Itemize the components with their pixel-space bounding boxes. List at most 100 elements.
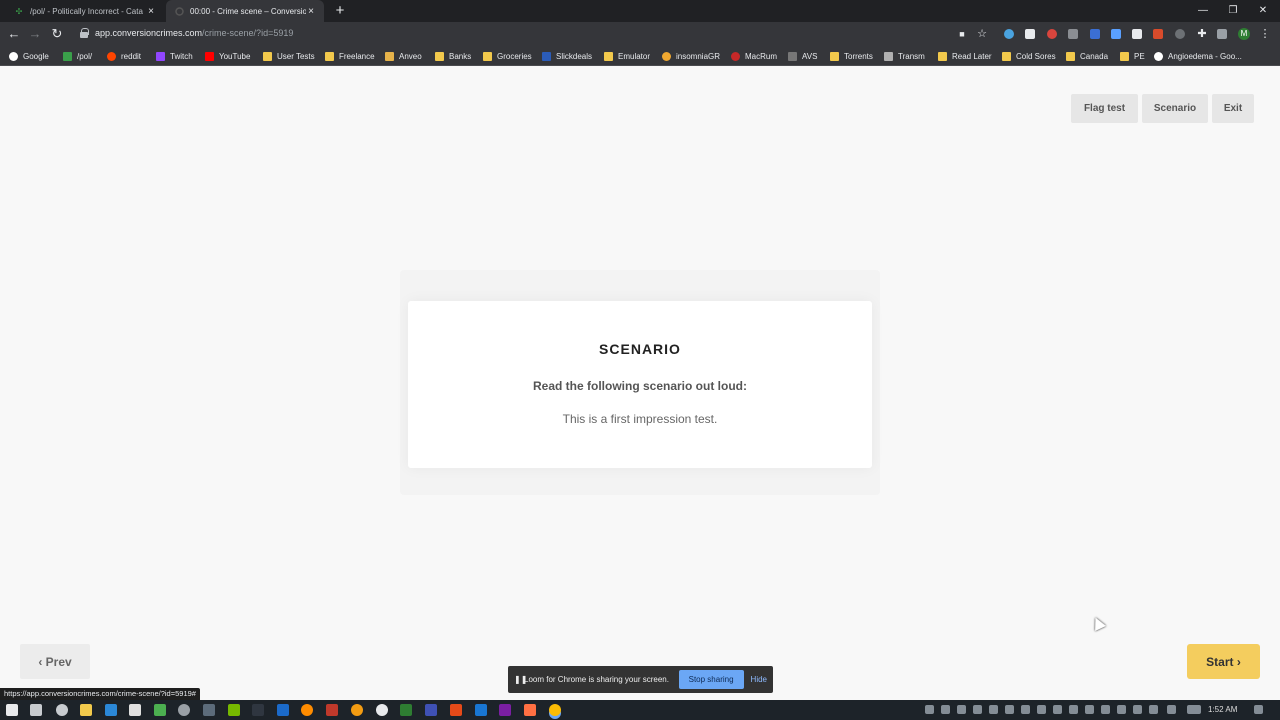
address-bar[interactable]: app.conversioncrimes.com/crime-scene/?id… — [95, 28, 293, 38]
reload-button[interactable]: ↻ — [48, 25, 66, 43]
app-icon[interactable] — [524, 704, 536, 716]
close-tab-icon[interactable]: × — [146, 6, 156, 17]
bookmark-folder[interactable]: Groceries — [483, 46, 532, 66]
tab-crime-scene[interactable]: 00:00 - Crime scene – Conversion × — [166, 0, 324, 22]
bookmark-folder[interactable]: PE — [1120, 46, 1145, 66]
bookmark-item[interactable]: Anveo — [385, 46, 422, 66]
app-icon[interactable] — [400, 704, 412, 716]
pen-icon[interactable] — [1167, 705, 1176, 714]
tray-icon[interactable] — [973, 705, 982, 714]
extension-blue-icon[interactable] — [1090, 29, 1100, 39]
bookmark-folder[interactable]: Banks — [435, 46, 471, 66]
lock-icon[interactable] — [80, 28, 89, 39]
extension-check-icon[interactable] — [1111, 29, 1121, 39]
onedrive-cloud-icon[interactable] — [1085, 705, 1094, 714]
star-bookmark-icon[interactable]: ☆ — [973, 25, 991, 43]
bookmark-folder[interactable]: User Tests — [263, 46, 315, 66]
new-tab-button[interactable]: + — [332, 2, 348, 20]
taskbar-clock[interactable]: 1:52 AM — [1208, 700, 1237, 720]
bookmark-folder[interactable]: Emulator — [604, 46, 650, 66]
hide-button[interactable]: Hide — [751, 675, 767, 684]
app-icon[interactable] — [252, 704, 264, 716]
bookmark-item[interactable]: Twitch — [156, 46, 193, 66]
tray-icon[interactable] — [1053, 705, 1062, 714]
tab-pol[interactable]: ✣ /pol/ - Politically Incorrect - Cata × — [6, 0, 164, 22]
bookmark-folder[interactable]: Freelance — [325, 46, 375, 66]
pause-icon[interactable]: ❚❚ — [514, 675, 527, 684]
app-icon[interactable] — [425, 704, 437, 716]
back-button[interactable]: ← — [5, 25, 23, 43]
settings-gear-icon[interactable] — [56, 704, 68, 716]
close-window-button[interactable]: ✕ — [1248, 0, 1278, 22]
extension-shield-icon[interactable] — [1068, 29, 1078, 39]
stop-sharing-button[interactable]: Stop sharing — [678, 670, 744, 689]
forward-button[interactable]: → — [26, 25, 44, 43]
network-icon[interactable] — [1133, 705, 1142, 714]
bookmark-item[interactable]: /pol/ — [63, 46, 92, 66]
bookmark-item[interactable]: Transm — [884, 46, 925, 66]
extension-office-icon[interactable] — [1153, 29, 1163, 39]
extension-cloud-icon[interactable] — [1004, 29, 1014, 39]
bookmark-folder[interactable]: Canada — [1066, 46, 1108, 66]
tray-icon[interactable] — [941, 705, 950, 714]
app-icon[interactable] — [450, 704, 462, 716]
extension-checkbox-icon[interactable] — [1132, 29, 1142, 39]
tray-icon[interactable] — [925, 705, 934, 714]
extensions-puzzle-icon[interactable]: ✚ — [1193, 25, 1211, 43]
app-icon[interactable] — [475, 704, 487, 716]
store-icon[interactable] — [129, 704, 141, 716]
app-icon[interactable] — [154, 704, 166, 716]
keyboard-icon[interactable] — [1187, 705, 1201, 714]
bookmark-folder[interactable]: Cold Sores — [1002, 46, 1056, 66]
camera-icon[interactable]: ■ — [953, 25, 971, 43]
tray-icon[interactable] — [1117, 705, 1126, 714]
tray-icon[interactable] — [957, 705, 966, 714]
extension-loom-icon[interactable] — [1047, 29, 1057, 39]
tray-icon[interactable] — [1037, 705, 1046, 714]
bookmark-item[interactable]: Google — [9, 46, 49, 66]
extension-sd-icon[interactable] — [1025, 29, 1035, 39]
profile-avatar[interactable]: M — [1238, 28, 1250, 40]
nvidia-icon[interactable] — [228, 704, 240, 716]
menu-kebab-icon[interactable]: ⋮ — [1256, 25, 1274, 43]
close-tab-icon[interactable]: × — [306, 6, 316, 17]
bookmark-item[interactable]: MacRum — [731, 46, 777, 66]
bookmark-item[interactable]: YouTube — [205, 46, 250, 66]
chrome-icon[interactable] — [549, 704, 561, 716]
windows-start-icon[interactable] — [6, 704, 18, 716]
task-view-icon[interactable] — [30, 704, 42, 716]
tray-icon[interactable] — [1021, 705, 1030, 714]
start-button[interactable]: Start › — [1187, 644, 1260, 679]
app-icon[interactable] — [376, 704, 388, 716]
cast-icon[interactable] — [1217, 29, 1227, 39]
flag-test-button[interactable]: Flag test — [1071, 94, 1138, 123]
app-icon[interactable] — [203, 704, 215, 716]
tray-icon[interactable] — [1101, 705, 1110, 714]
bookmark-folder[interactable]: Torrents — [830, 46, 873, 66]
clock-app-icon[interactable] — [178, 704, 190, 716]
volume-icon[interactable] — [1149, 705, 1158, 714]
tray-icon[interactable] — [1069, 705, 1078, 714]
app-icon[interactable] — [301, 704, 313, 716]
bookmark-item[interactable]: insomniaGR — [662, 46, 720, 66]
tray-icon[interactable] — [989, 705, 998, 714]
bookmark-folder[interactable]: Read Later — [938, 46, 992, 66]
steam-icon[interactable] — [277, 704, 289, 716]
tray-icon[interactable] — [1005, 705, 1014, 714]
bookmark-item[interactable]: Slickdeals — [542, 46, 592, 66]
notification-icon[interactable] — [1254, 705, 1263, 714]
restore-window-button[interactable]: ❐ — [1218, 0, 1248, 22]
app-icon[interactable] — [326, 704, 338, 716]
app-icon[interactable] — [499, 704, 511, 716]
scenario-button[interactable]: Scenario — [1142, 94, 1208, 123]
prev-button[interactable]: ‹ Prev — [20, 644, 90, 679]
extension-history-icon[interactable] — [1175, 29, 1185, 39]
bookmark-item[interactable]: AVS — [788, 46, 817, 66]
minimize-window-button[interactable]: — — [1188, 0, 1218, 22]
bookmark-item[interactable]: Angioedema - Goo... — [1154, 46, 1242, 66]
file-explorer-icon[interactable] — [80, 704, 92, 716]
app-icon[interactable] — [351, 704, 363, 716]
bookmark-item[interactable]: reddit — [107, 46, 141, 66]
mail-icon[interactable] — [105, 704, 117, 716]
exit-button[interactable]: Exit — [1212, 94, 1254, 123]
